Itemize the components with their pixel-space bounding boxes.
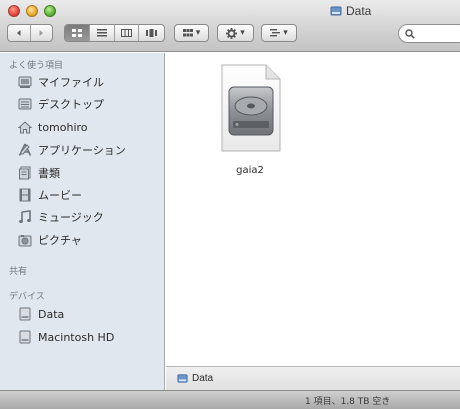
sidebar-item-all-my-files[interactable]: マイファイル — [17, 73, 104, 91]
zoom-button[interactable] — [44, 5, 56, 17]
sidebar-item-label: デスクトップ — [38, 98, 104, 111]
dropdown-arrow-icon: ▾ — [240, 28, 245, 38]
forward-button[interactable] — [31, 25, 53, 41]
file-name: gaia2 — [236, 165, 264, 176]
status-bar: 1 項目、1.8 TB 空き — [0, 390, 460, 409]
drive-icon — [330, 6, 342, 16]
home-icon — [17, 120, 32, 135]
sidebar: よく使う項目 マイファイル デスクトップ tomohiro アプリケーション 書… — [0, 53, 165, 390]
list-view-icon — [96, 29, 107, 37]
sidebar-item-label: ミュージック — [38, 211, 104, 224]
column-view-button[interactable] — [115, 25, 140, 41]
dropdown-arrow-icon: ▾ — [195, 28, 201, 38]
drive-icon — [177, 374, 188, 383]
window-title: Data — [330, 4, 371, 18]
sidebar-item-label: マイファイル — [38, 76, 104, 89]
share-button[interactable]: ▾ — [261, 24, 297, 42]
disk-image-icon — [221, 64, 281, 152]
applications-icon — [17, 143, 32, 158]
status-text: 1 項目、1.8 TB 空き — [305, 397, 391, 407]
path-bar-item[interactable]: Data — [192, 373, 213, 384]
favorites-header: よく使う項目 — [9, 61, 64, 71]
path-bar: Data — [166, 366, 460, 390]
documents-icon — [17, 166, 32, 181]
list-view-button[interactable] — [90, 25, 115, 41]
sidebar-item-music[interactable]: ミュージック — [17, 208, 104, 226]
sidebar-item-label: 書類 — [38, 167, 60, 180]
nav-buttons — [7, 24, 53, 42]
pictures-icon — [17, 233, 32, 248]
search-field[interactable] — [398, 24, 460, 43]
sidebar-item-applications[interactable]: アプリケーション — [17, 141, 126, 159]
all-my-files-icon — [17, 75, 32, 90]
grid-icon — [182, 29, 193, 37]
search-icon — [405, 28, 415, 39]
sidebar-item-desktop[interactable]: デスクトップ — [17, 95, 104, 113]
devices-header: デバイス — [9, 292, 45, 302]
sidebar-item-label: Macintosh HD — [38, 330, 115, 344]
column-view-icon — [120, 29, 132, 37]
cover-flow-button[interactable] — [139, 25, 164, 41]
action-button[interactable]: ▾ — [217, 24, 254, 42]
movies-icon — [17, 188, 32, 203]
sidebar-item-home[interactable]: tomohiro — [17, 118, 88, 136]
file-item[interactable]: gaia2 — [210, 63, 290, 176]
icon-view-icon — [71, 29, 82, 37]
file-browser: gaia2 — [166, 53, 460, 366]
icon-view-button[interactable] — [65, 25, 90, 41]
desktop-icon — [17, 97, 32, 112]
music-icon — [17, 210, 32, 225]
finder-window: Data ▾ ▾ ▾ よく使う項目 マイファイル デスクトップ tomohiro… — [0, 0, 460, 409]
sidebar-item-device-data[interactable]: Data — [17, 305, 64, 323]
drive-icon — [17, 307, 32, 322]
dropdown-arrow-icon: ▾ — [283, 28, 288, 38]
sidebar-item-label: ムービー — [38, 189, 82, 202]
cover-flow-icon — [146, 29, 158, 37]
title-toolbar: Data ▾ ▾ ▾ — [0, 0, 460, 52]
shared-header: 共有 — [9, 267, 28, 277]
sidebar-item-label: tomohiro — [38, 120, 88, 134]
arrange-button[interactable]: ▾ — [174, 24, 209, 42]
list-icon — [270, 29, 281, 37]
back-button[interactable] — [8, 25, 31, 41]
sidebar-item-movies[interactable]: ムービー — [17, 186, 82, 204]
minimize-button[interactable] — [26, 5, 38, 17]
gear-icon — [226, 27, 238, 39]
sidebar-item-label: Data — [38, 307, 65, 321]
close-button[interactable] — [8, 5, 20, 17]
sidebar-item-pictures[interactable]: ピクチャ — [17, 231, 82, 249]
sidebar-item-label: アプリケーション — [38, 144, 126, 157]
sidebar-item-device-macintosh-hd[interactable]: Macintosh HD — [17, 328, 114, 346]
sidebar-item-label: ピクチャ — [38, 234, 82, 247]
drive-icon — [17, 330, 32, 345]
chevron-right-icon — [39, 30, 44, 36]
chevron-left-icon — [16, 30, 21, 36]
window-title-text: Data — [346, 4, 372, 18]
sidebar-item-documents[interactable]: 書類 — [17, 164, 60, 182]
view-mode-control — [64, 24, 165, 42]
